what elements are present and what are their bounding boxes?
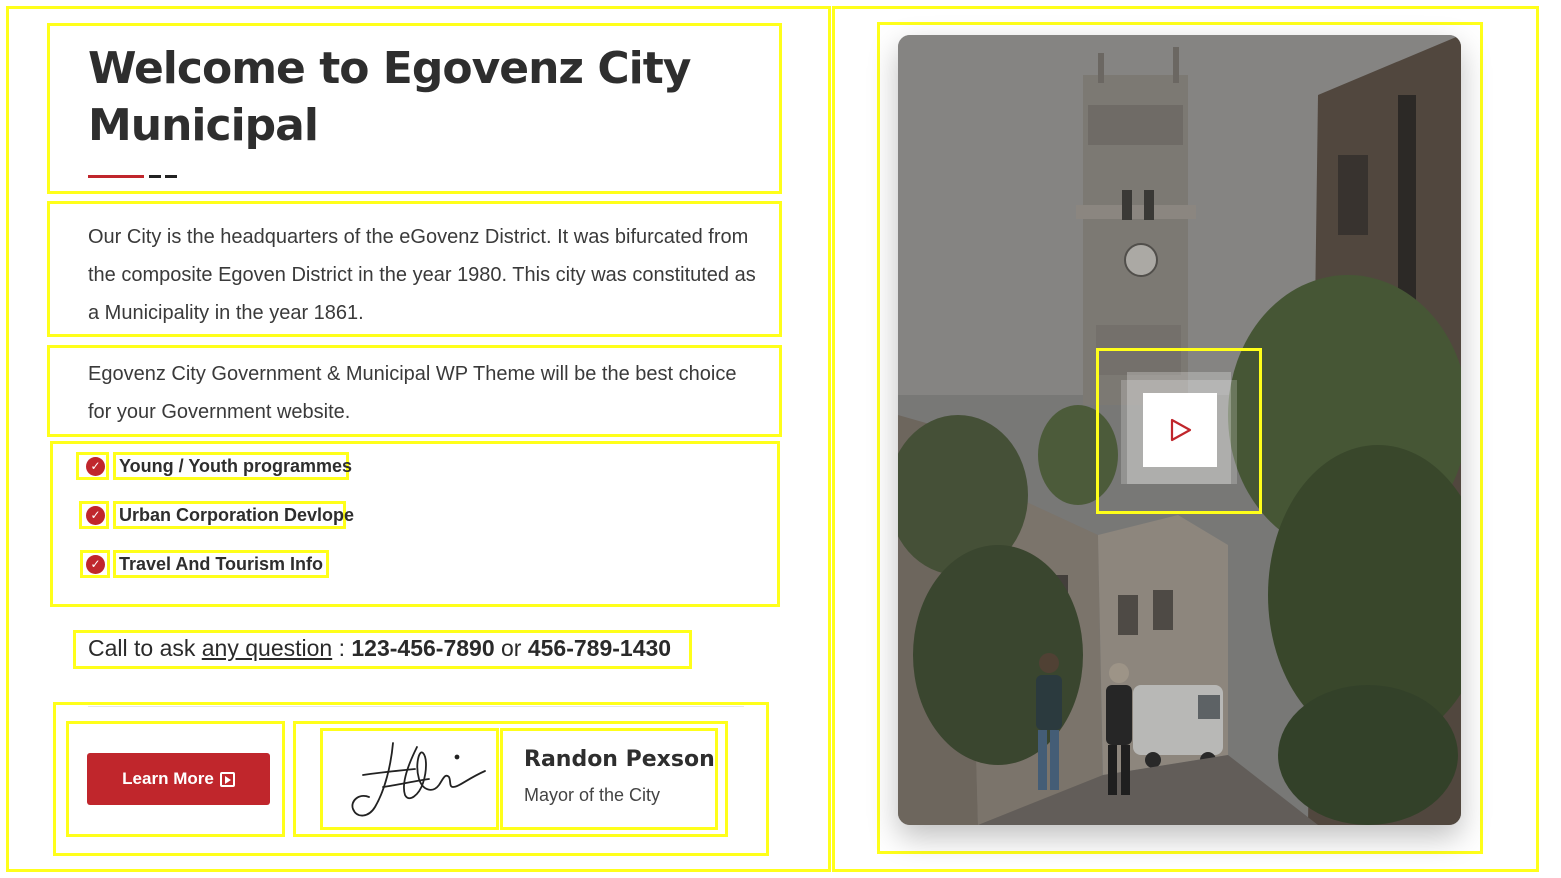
any-question-link[interactable]: any question	[202, 635, 332, 661]
check-circle-icon: ✓	[86, 457, 105, 476]
mayor-name: Randon Pexson	[524, 747, 715, 772]
feature-item-travel: Travel And Tourism Info	[119, 554, 324, 574]
external-arrow-icon	[219, 771, 235, 787]
check-circle-icon: ✓	[86, 506, 105, 525]
divider	[88, 706, 744, 707]
title-underline-accent	[88, 175, 144, 178]
intro-paragraph: Our City is the headquarters of the eGov…	[88, 226, 756, 324]
call-prefix: Call to ask	[88, 635, 202, 661]
check-circle-icon: ✓	[86, 555, 105, 574]
feature-item-youth: Young / Youth programmes	[119, 456, 353, 476]
mayor-text-outline	[500, 728, 718, 830]
phone-number-1[interactable]: 123-456-7890	[351, 635, 494, 661]
learn-more-label: Learn More	[122, 769, 214, 788]
phone-number-2[interactable]: 456-789-1430	[528, 635, 671, 661]
play-outline	[1096, 348, 1262, 514]
title-underline-dash	[165, 175, 177, 178]
learn-more-button[interactable]: Learn More	[87, 753, 270, 805]
mayor-title: Mayor of the City	[524, 785, 661, 805]
signature-image	[351, 742, 486, 817]
theme-paragraph: Egovenz City Government & Municipal WP T…	[88, 363, 737, 423]
page-title: Welcome to Egovenz City Municipal	[88, 43, 691, 151]
call-separator: :	[332, 635, 352, 661]
title-underline-dash	[149, 175, 161, 178]
call-or: or	[494, 635, 528, 661]
call-to-ask-line: Call to ask any question : 123-456-7890 …	[88, 633, 671, 663]
feature-item-urban: Urban Corporation Devlope	[119, 505, 355, 525]
